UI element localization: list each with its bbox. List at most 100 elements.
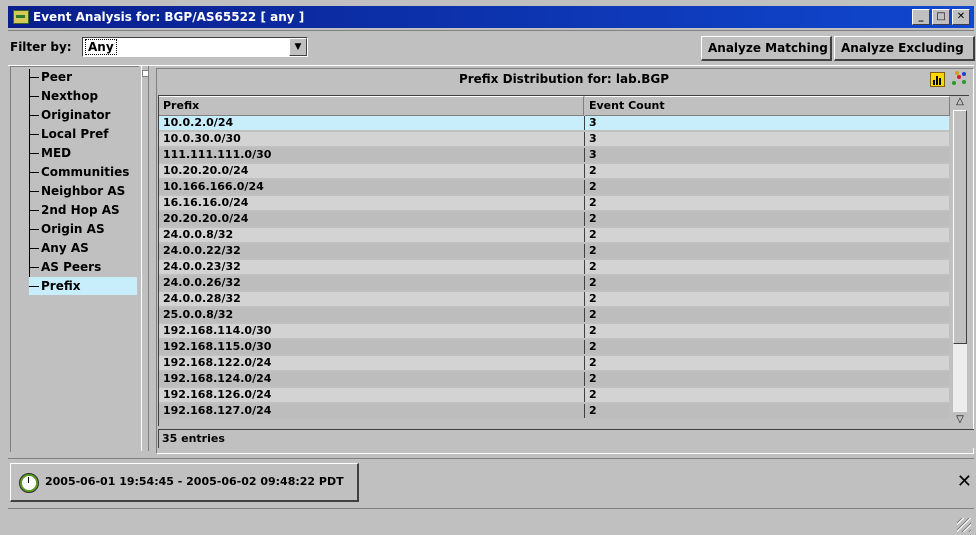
window-controls: _ □ ✕ bbox=[912, 9, 970, 25]
column-separator bbox=[584, 228, 585, 242]
event-analysis-window: Event Analysis for: BGP/AS65522 [ any ] … bbox=[8, 6, 975, 535]
time-range-button[interactable]: 2005-06-01 19:54:45 - 2005-06-02 09:48:2… bbox=[10, 463, 359, 502]
tree-item-originator[interactable]: Originator bbox=[29, 106, 110, 124]
status-bar bbox=[8, 508, 974, 535]
time-range-text: 2005-06-01 19:54:45 - 2005-06-02 09:48:2… bbox=[45, 475, 344, 488]
scroll-down-arrow[interactable]: ▽ bbox=[953, 414, 967, 426]
column-separator bbox=[584, 340, 585, 354]
table-row[interactable]: 10.20.20.0/24 2 bbox=[159, 164, 949, 178]
table-row[interactable]: 10.0.30.0/30 3 bbox=[159, 132, 949, 146]
column-header-event-count[interactable]: Event Count bbox=[585, 96, 950, 116]
attribute-tree: Peer Nexthop Originator Local Pref MED C… bbox=[10, 66, 139, 452]
filter-dropdown[interactable]: Any ▼ bbox=[82, 37, 308, 57]
event-count-cell: 2 bbox=[589, 372, 597, 385]
column-header-prefix[interactable]: Prefix bbox=[159, 96, 584, 116]
table-row[interactable]: 192.168.114.0/30 2 bbox=[159, 324, 949, 338]
analyze-matching-button[interactable]: Analyze Matching bbox=[701, 36, 832, 61]
table-row[interactable]: 111.111.111.0/30 3 bbox=[159, 148, 949, 162]
event-count-cell: 2 bbox=[589, 292, 597, 305]
tree-item-nexthop[interactable]: Nexthop bbox=[29, 87, 98, 105]
scroll-thumb[interactable] bbox=[953, 110, 967, 344]
table-row[interactable]: 24.0.0.26/32 2 bbox=[159, 276, 949, 290]
tree-item-any-as[interactable]: Any AS bbox=[29, 239, 89, 257]
resize-grip-icon[interactable] bbox=[957, 518, 971, 532]
column-separator bbox=[584, 132, 585, 146]
entry-count: 35 entries bbox=[158, 429, 974, 448]
tree-item-neighbor-as[interactable]: Neighbor AS bbox=[29, 182, 125, 200]
table-row[interactable]: 192.168.127.0/24 2 bbox=[159, 404, 949, 418]
table-row[interactable]: 20.20.20.0/24 2 bbox=[159, 212, 949, 226]
event-count-cell: 2 bbox=[589, 212, 597, 225]
app-icon bbox=[13, 10, 29, 24]
table-row[interactable]: 192.168.124.0/24 2 bbox=[159, 372, 949, 386]
column-separator bbox=[584, 324, 585, 338]
table-row[interactable]: 192.168.115.0/30 2 bbox=[159, 340, 949, 354]
close-button[interactable]: ✕ bbox=[952, 9, 970, 25]
event-count-cell: 2 bbox=[589, 196, 597, 209]
table-row[interactable]: 25.0.0.8/32 2 bbox=[159, 308, 949, 322]
event-count-cell: 2 bbox=[589, 228, 597, 241]
filter-bar: Filter by: Any ▼ Analyze Matching Analyz… bbox=[8, 30, 975, 66]
prefix-cell: 111.111.111.0/30 bbox=[163, 148, 272, 161]
tree-item-prefix[interactable]: Prefix bbox=[29, 277, 137, 295]
panel-title: Prefix Distribution for: lab.BGP bbox=[458, 72, 670, 86]
table-row[interactable]: 192.168.122.0/24 2 bbox=[159, 356, 949, 370]
prefix-cell: 20.20.20.0/24 bbox=[163, 212, 249, 225]
distribution-panel: Prefix Distribution for: lab.BGP Prefix … bbox=[156, 68, 974, 454]
column-separator bbox=[584, 356, 585, 370]
tree-item-origin-as[interactable]: Origin AS bbox=[29, 220, 105, 238]
pane-splitter[interactable] bbox=[141, 66, 149, 451]
prefix-cell: 10.0.30.0/30 bbox=[163, 132, 241, 145]
table-row[interactable]: 10.0.2.0/24 3 bbox=[159, 116, 949, 130]
event-count-cell: 2 bbox=[589, 324, 597, 337]
table-row[interactable]: 24.0.0.22/32 2 bbox=[159, 244, 949, 258]
vertical-scrollbar[interactable]: △ ▽ bbox=[951, 95, 969, 426]
column-separator bbox=[584, 180, 585, 194]
column-separator bbox=[584, 276, 585, 290]
scatter-plot-icon[interactable] bbox=[951, 71, 967, 87]
column-separator bbox=[584, 372, 585, 386]
tree-item-med[interactable]: MED bbox=[29, 144, 71, 162]
filter-label: Filter by: bbox=[10, 40, 72, 54]
tree-item-local-pref[interactable]: Local Pref bbox=[29, 125, 108, 143]
table-row[interactable]: 24.0.0.28/32 2 bbox=[159, 292, 949, 306]
window-title: Event Analysis for: BGP/AS65522 [ any ] bbox=[33, 10, 305, 24]
column-separator bbox=[584, 164, 585, 178]
tree-item-peer[interactable]: Peer bbox=[29, 68, 72, 86]
event-count-cell: 2 bbox=[589, 308, 597, 321]
prefix-cell: 24.0.0.26/32 bbox=[163, 276, 241, 289]
prefix-cell: 192.168.115.0/30 bbox=[163, 340, 272, 353]
table-row[interactable]: 192.168.126.0/24 2 bbox=[159, 388, 949, 402]
table-row[interactable]: 16.16.16.0/24 2 bbox=[159, 196, 949, 210]
table-row[interactable]: 24.0.0.23/32 2 bbox=[159, 260, 949, 274]
event-count-cell: 2 bbox=[589, 276, 597, 289]
table-row[interactable]: 24.0.0.8/32 2 bbox=[159, 228, 949, 242]
event-count-cell: 3 bbox=[589, 148, 597, 161]
bar-chart-icon[interactable] bbox=[930, 72, 945, 87]
table-row[interactable]: 10.166.166.0/24 2 bbox=[159, 180, 949, 194]
analyze-excluding-button[interactable]: Analyze Excluding bbox=[834, 36, 975, 61]
minimize-button[interactable]: _ bbox=[912, 9, 930, 25]
close-icon[interactable]: ✕ bbox=[957, 471, 972, 492]
prefix-cell: 192.168.122.0/24 bbox=[163, 356, 272, 369]
tree-item-communities[interactable]: Communities bbox=[29, 163, 129, 181]
prefix-cell: 24.0.0.8/32 bbox=[163, 228, 234, 241]
column-separator bbox=[584, 260, 585, 274]
chevron-down-icon[interactable]: ▼ bbox=[289, 38, 307, 56]
maximize-button[interactable]: □ bbox=[932, 9, 950, 25]
event-count-cell: 2 bbox=[589, 244, 597, 257]
event-count-cell: 2 bbox=[589, 356, 597, 369]
column-separator bbox=[584, 116, 585, 130]
prefix-cell: 10.20.20.0/24 bbox=[163, 164, 249, 177]
prefix-cell: 192.168.126.0/24 bbox=[163, 388, 272, 401]
scroll-up-arrow[interactable]: △ bbox=[953, 96, 967, 108]
tree-item-as-peers[interactable]: AS Peers bbox=[29, 258, 101, 276]
tree-item-2nd-hop-as[interactable]: 2nd Hop AS bbox=[29, 201, 120, 219]
event-count-cell: 2 bbox=[589, 260, 597, 273]
prefix-cell: 10.0.2.0/24 bbox=[163, 116, 234, 129]
prefix-cell: 24.0.0.28/32 bbox=[163, 292, 241, 305]
column-separator bbox=[584, 404, 585, 418]
column-separator bbox=[584, 308, 585, 322]
column-separator bbox=[584, 292, 585, 306]
event-count-cell: 3 bbox=[589, 116, 597, 129]
